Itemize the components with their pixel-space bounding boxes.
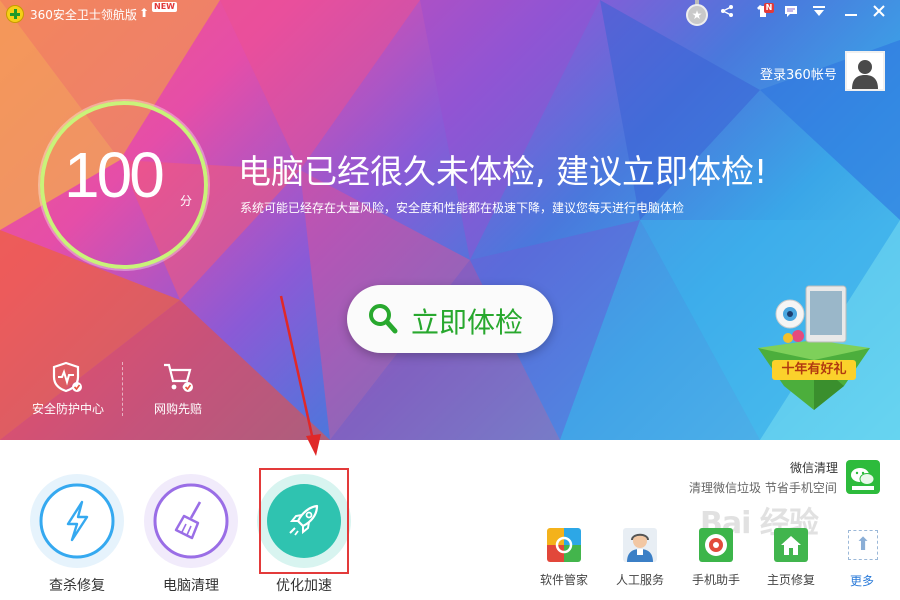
more-link[interactable]: 更多	[850, 572, 874, 589]
message-icon[interactable]	[780, 3, 802, 25]
medal-icon[interactable]: ★	[686, 4, 708, 26]
support-agent-icon	[623, 528, 657, 562]
search-icon	[369, 304, 398, 334]
shopping-guarantee-button[interactable]: 网购先赔	[133, 360, 223, 417]
software-manager-label: 软件管家	[539, 573, 588, 587]
login-link[interactable]: 登录360帐号	[760, 64, 837, 83]
score-value: 100	[64, 139, 165, 211]
broom-icon	[153, 483, 229, 559]
highlight-box	[259, 468, 349, 574]
new-badge: NEW	[152, 2, 177, 12]
close-icon[interactable]	[868, 3, 890, 25]
wechat-clean-subtitle: 清理微信垃圾 节省手机空间	[689, 481, 837, 495]
phone-assistant-label: 手机助手	[691, 573, 740, 587]
shield-icon	[52, 361, 82, 393]
lightning-icon	[39, 483, 115, 559]
share-icon[interactable]	[716, 3, 738, 25]
user-icon	[852, 60, 878, 89]
score-unit: 分	[180, 194, 193, 208]
headline: 电脑已经很久未体检, 建议立即体检!	[238, 152, 768, 191]
homepage-repair-button[interactable]: 主页修复	[761, 528, 821, 588]
support-agent-label: 人工服务	[615, 573, 664, 587]
upgrade-arrow-icon[interactable]: ⬆	[139, 6, 151, 20]
gift-island-icon	[758, 285, 870, 410]
homepage-repair-label: 主页修复	[766, 573, 815, 587]
pc-cleanup-circle	[144, 474, 238, 568]
virus-scan-label: 查杀修复	[49, 578, 105, 594]
scan-now-label: 立即体检	[411, 307, 524, 338]
gift-label: 十年有好礼	[772, 360, 856, 380]
software-manager-icon	[547, 528, 581, 562]
risk-description: 系统可能已经存在大量风险，安全度和性能都在极速下降，建议您每天进行电脑体检	[240, 201, 685, 215]
wechat-clean-title[interactable]: 微信清理	[790, 459, 838, 476]
pc-cleanup-button[interactable]: 电脑清理	[141, 474, 241, 595]
anniversary-gift-banner[interactable]: 十年有好礼	[752, 278, 876, 412]
menu-icon[interactable]	[808, 3, 830, 25]
phone-assistant-icon	[699, 528, 733, 562]
cart-icon	[164, 363, 193, 392]
scan-now-button[interactable]: 立即体检	[347, 285, 553, 353]
notify-badge: N	[764, 3, 774, 13]
virus-scan-repair-button[interactable]: 查杀修复	[27, 474, 127, 595]
title-bar: 360安全卫士领航版 ⬆ NEW ★ N	[0, 0, 900, 28]
security-center-button[interactable]: 安全防护中心	[23, 360, 113, 417]
security-center-label: 安全防护中心	[31, 402, 104, 416]
hero-banner: 360安全卫士领航版 ⬆ NEW ★ N 登录360帐号 100 分 电脑已经很…	[0, 0, 900, 440]
more-arrow-icon[interactable]: ⬆	[848, 530, 878, 560]
app-logo-icon	[6, 5, 24, 23]
optimize-label: 优化加速	[276, 578, 332, 594]
shopping-guarantee-label: 网购先赔	[153, 402, 202, 416]
phone-assistant-button[interactable]: 手机助手	[686, 528, 746, 588]
wechat-clean-icon[interactable]	[846, 460, 880, 494]
app-title: 360安全卫士领航版	[30, 8, 137, 22]
tools-divider	[122, 362, 123, 416]
software-manager-button[interactable]: 软件管家	[534, 528, 594, 588]
homepage-repair-icon	[774, 528, 808, 562]
support-agent-button[interactable]: 人工服务	[610, 528, 670, 588]
avatar[interactable]	[845, 51, 885, 91]
virus-scan-circle	[30, 474, 124, 568]
pc-cleanup-label: 电脑清理	[163, 578, 219, 594]
minimize-icon[interactable]	[840, 3, 862, 25]
